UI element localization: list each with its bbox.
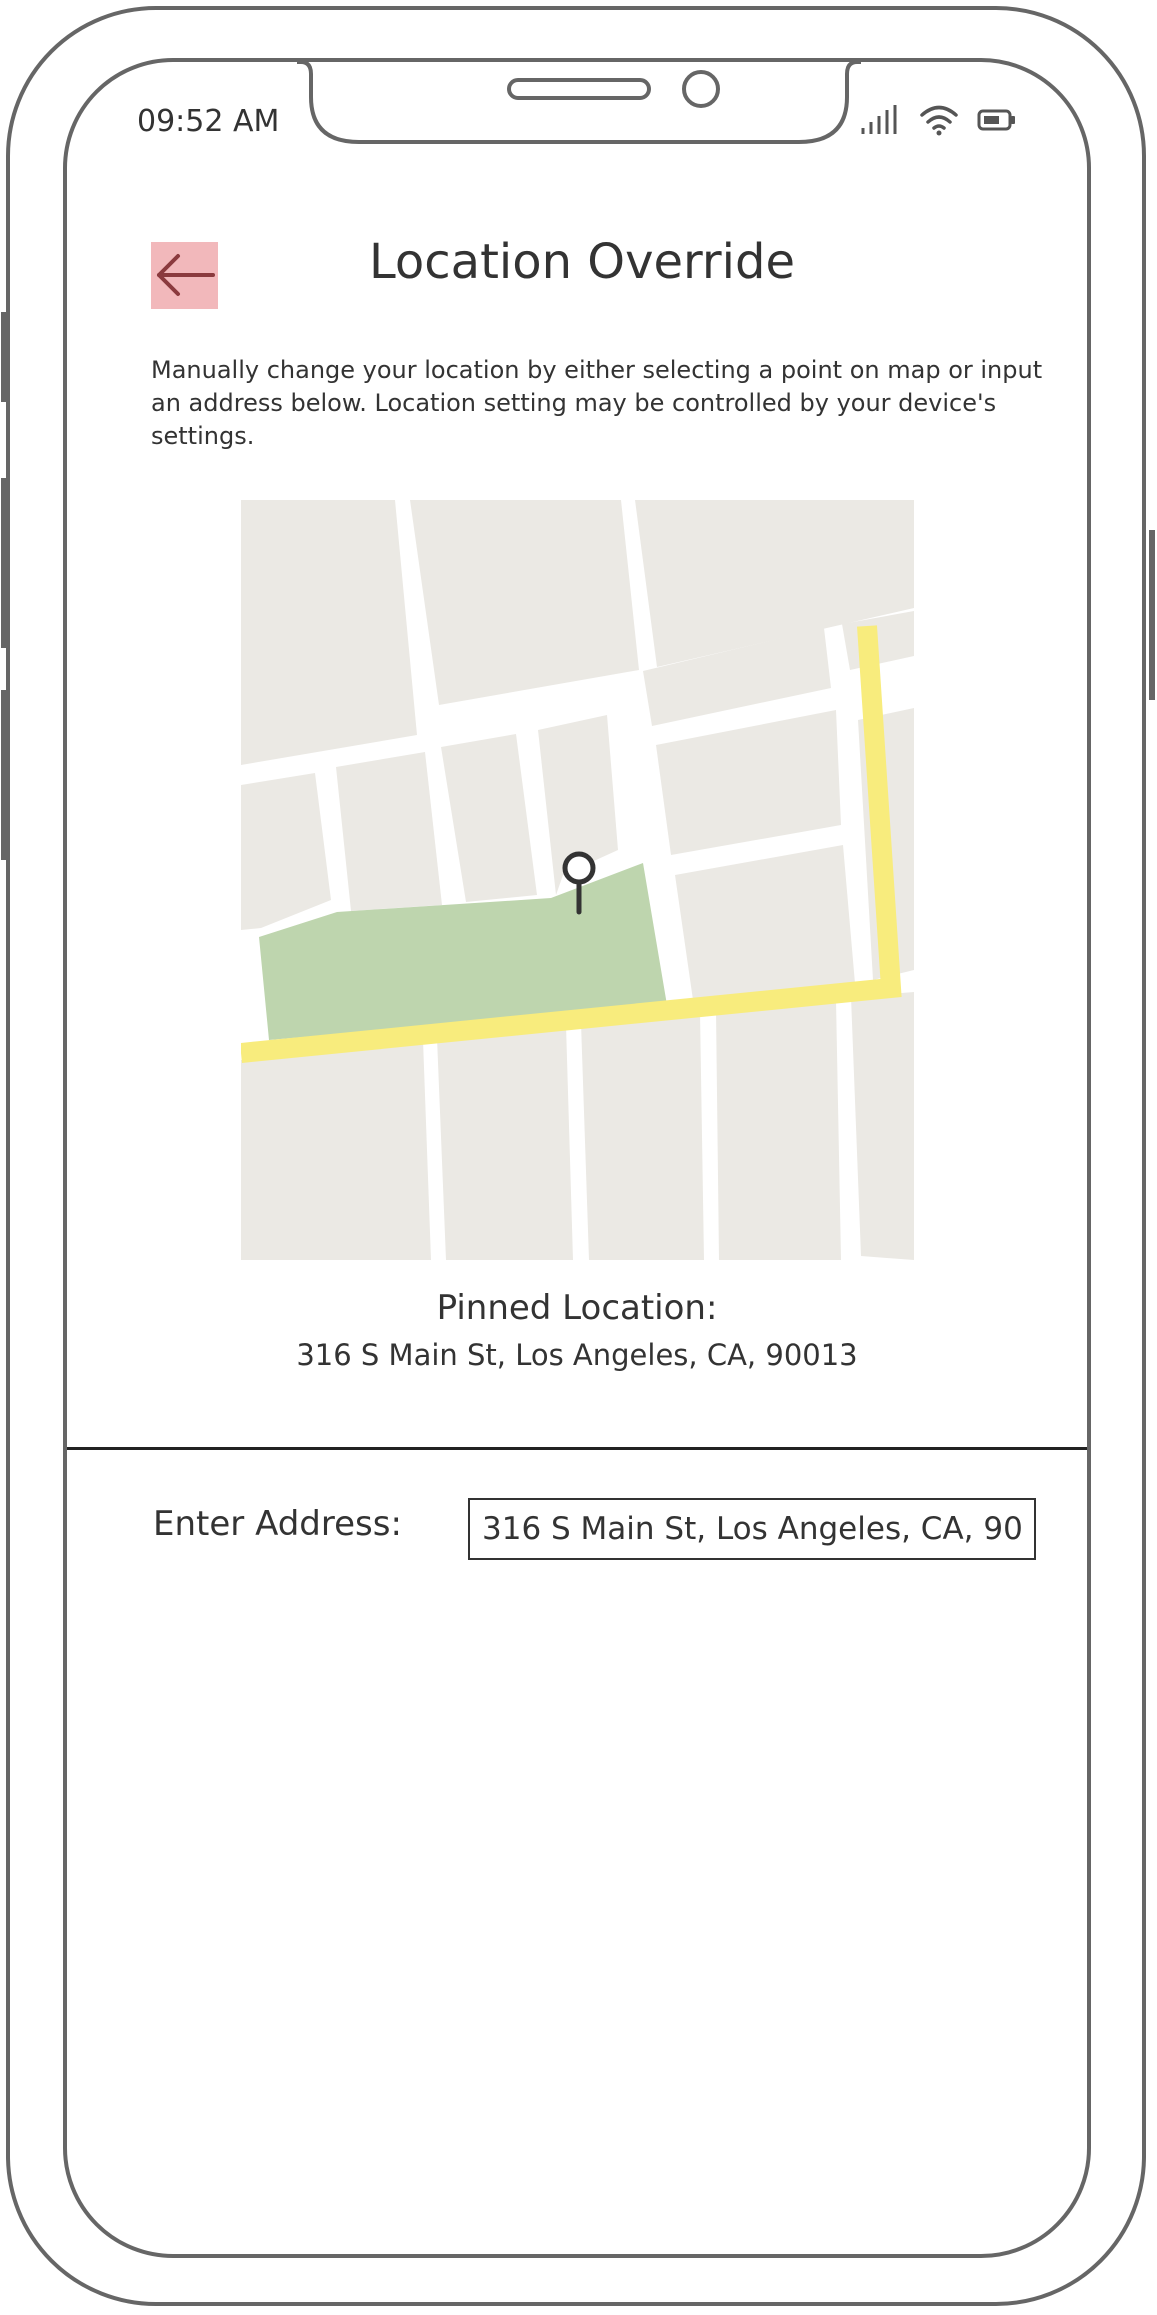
phone-mute-switch bbox=[1, 312, 7, 402]
map-block bbox=[716, 1000, 841, 1260]
enter-address-label: Enter Address: bbox=[153, 1504, 402, 1544]
map-block bbox=[851, 992, 914, 1260]
wifi-icon bbox=[920, 105, 958, 136]
battery-icon bbox=[977, 109, 1015, 131]
speaker-grille bbox=[507, 78, 651, 100]
address-input[interactable] bbox=[468, 1498, 1036, 1560]
map-block bbox=[581, 1012, 704, 1260]
signal-icon bbox=[861, 105, 897, 134]
map-block bbox=[437, 1025, 573, 1260]
phone-volume-up-button bbox=[1, 478, 7, 648]
page-title: Location Override bbox=[369, 234, 795, 290]
phone-power-button bbox=[1149, 530, 1155, 700]
pinned-location-address: 316 S Main St, Los Angeles, CA, 90013 bbox=[296, 1338, 858, 1372]
map-block bbox=[410, 500, 639, 705]
status-icons bbox=[859, 104, 1017, 136]
front-camera bbox=[682, 70, 720, 108]
map-block bbox=[241, 500, 417, 765]
pinned-location-label: Pinned Location: bbox=[436, 1288, 718, 1328]
map[interactable] bbox=[241, 500, 914, 1260]
map-block bbox=[241, 1040, 431, 1260]
phone-screen: 09:52 AM Location Override Manually chan… bbox=[63, 58, 1091, 2258]
phone-volume-down-button bbox=[1, 690, 7, 860]
description-text: Manually change your location by either … bbox=[151, 356, 1043, 450]
map-block bbox=[336, 752, 442, 911]
section-divider bbox=[67, 1447, 1087, 1450]
status-time: 09:52 AM bbox=[137, 104, 280, 139]
